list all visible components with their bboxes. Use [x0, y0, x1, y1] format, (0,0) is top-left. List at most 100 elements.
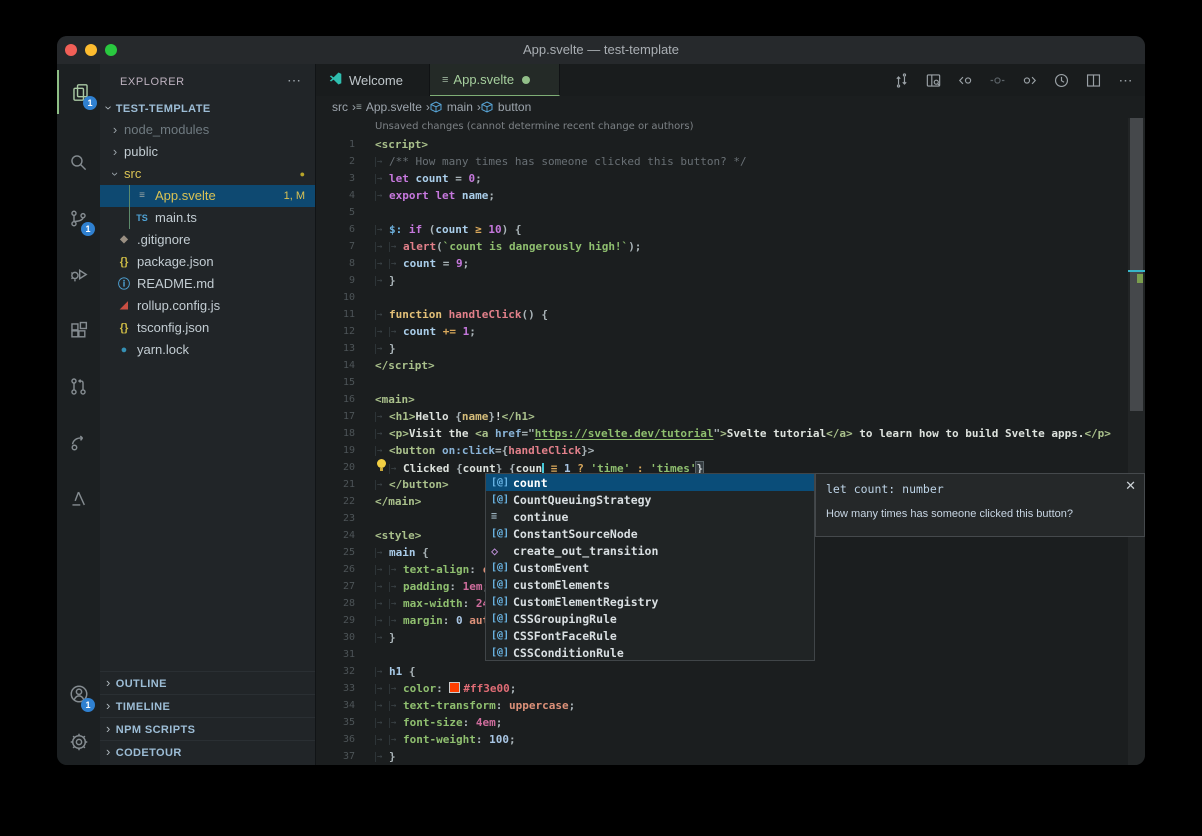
- split-editor-icon[interactable]: [1082, 69, 1105, 92]
- file-row-App.svelte[interactable]: ≡App.svelte1, M: [100, 185, 315, 207]
- suggest-item-CSSConditionRule[interactable]: [@]CSSConditionRule: [486, 644, 814, 661]
- settings-gear-icon[interactable]: [57, 720, 100, 764]
- codelens-unsaved-changes[interactable]: Unsaved changes (cannot determine recent…: [316, 118, 1128, 136]
- code-line-34[interactable]: 34→→text-transform: uppercase;: [316, 697, 1128, 714]
- code-line-37[interactable]: 37→}: [316, 748, 1128, 765]
- extensions-icon[interactable]: [57, 308, 100, 352]
- search-icon[interactable]: [57, 140, 100, 184]
- run-and-debug-icon[interactable]: [57, 252, 100, 296]
- file-row-public[interactable]: ›public: [100, 141, 315, 163]
- suggest-item-count[interactable]: [@]count: [486, 474, 814, 491]
- file-row-tsconfig.json[interactable]: {}tsconfig.json: [100, 317, 315, 339]
- suggest-item-ConstantSourceNode[interactable]: [@]ConstantSourceNode: [486, 525, 814, 542]
- close-icon[interactable]: ✕: [1125, 478, 1136, 494]
- account-icon[interactable]: 1: [57, 672, 100, 716]
- suggest-item-CSSFontFaceRule[interactable]: [@]CSSFontFaceRule: [486, 627, 814, 644]
- code-line-4[interactable]: 4→export let name;: [316, 187, 1128, 204]
- current-change-icon[interactable]: [986, 69, 1009, 92]
- live-share-icon[interactable]: [57, 420, 100, 464]
- open-preview-icon[interactable]: [922, 69, 945, 92]
- explorer-icon[interactable]: 1: [57, 70, 102, 114]
- explorer-title: EXPLORER: [120, 76, 185, 88]
- breadcrumb-src[interactable]: src: [332, 100, 348, 114]
- section-outline[interactable]: ›OUTLINE: [100, 671, 315, 694]
- suggest-item-CustomElementRegistry[interactable]: [@]CustomElementRegistry: [486, 593, 814, 610]
- tab-app-svelte[interactable]: ≡ App.svelte: [430, 64, 560, 96]
- code-line-32[interactable]: 32→h1 {: [316, 663, 1128, 680]
- code-line-16[interactable]: 16<main>: [316, 391, 1128, 408]
- suggest-item-customElements[interactable]: [@]customElements: [486, 576, 814, 593]
- code-line-7[interactable]: 7→→alert(`count is dangerously high!`);: [316, 238, 1128, 255]
- breadcrumb-button[interactable]: button: [481, 100, 531, 114]
- breadcrumb: src › ≡ App.svelte › main › button: [316, 96, 1145, 118]
- section-npm-scripts[interactable]: ›NPM SCRIPTS: [100, 717, 315, 740]
- scrollbar-thumb[interactable]: [1130, 118, 1143, 411]
- code-line-6[interactable]: 6→$: if (count ≥ 10) {: [316, 221, 1128, 238]
- symbol-variable-icon: [@]: [491, 494, 513, 505]
- suggest-label: CustomElementRegistry: [513, 595, 658, 609]
- code-line-13[interactable]: 13→}: [316, 340, 1128, 357]
- breadcrumb-app-svelte[interactable]: ≡ App.svelte: [356, 100, 422, 114]
- code-line-12[interactable]: 12→→count += 1;: [316, 323, 1128, 340]
- file-label: main.ts: [155, 207, 197, 229]
- file-label: rollup.config.js: [137, 295, 220, 317]
- suggest-details: let count: number How many times has som…: [815, 473, 1145, 537]
- section-codetour[interactable]: ›CODETOUR: [100, 740, 315, 763]
- file-row-package.json[interactable]: {}package.json: [100, 251, 315, 273]
- suggest-item-CountQueuingStrategy[interactable]: [@]CountQueuingStrategy: [486, 491, 814, 508]
- line-number: 37: [316, 751, 375, 762]
- file-history-icon[interactable]: [1050, 69, 1073, 92]
- code-line-15[interactable]: 15: [316, 374, 1128, 391]
- code-line-36[interactable]: 36→→font-weight: 100;: [316, 731, 1128, 748]
- code-line-1[interactable]: 1<script>: [316, 136, 1128, 153]
- github-pull-requests-icon[interactable]: [57, 364, 100, 408]
- breadcrumb-main[interactable]: main: [430, 100, 473, 114]
- file-badge: ●: [300, 163, 305, 185]
- section-test-template[interactable]: ›TEST-TEMPLATE: [100, 97, 315, 119]
- code-line-19[interactable]: 19→<button on:click={handleClick}>: [316, 442, 1128, 459]
- suggest-item-CSSGroupingRule[interactable]: [@]CSSGroupingRule: [486, 610, 814, 627]
- lightbulb-icon[interactable]: [375, 459, 389, 472]
- compare-changes-icon[interactable]: [890, 69, 913, 92]
- code-line-18[interactable]: 18→<p>Visit the <a href="https://svelte.…: [316, 425, 1128, 442]
- explorer-more-actions-icon[interactable]: ⋯: [287, 64, 301, 97]
- code-line-5[interactable]: 5: [316, 204, 1128, 221]
- suggest-widget: [@]count[@]CountQueuingStrategy≡continue…: [485, 473, 815, 661]
- code-line-35[interactable]: 35→→font-size: 4em;: [316, 714, 1128, 731]
- suggest-item-create_out_transition[interactable]: ◇create_out_transition: [486, 542, 814, 559]
- line-number: 19: [316, 445, 375, 456]
- tab-welcome[interactable]: Welcome: [316, 64, 430, 96]
- more-actions-icon[interactable]: ⋯: [1114, 69, 1137, 92]
- section-timeline[interactable]: ›TIMELINE: [100, 694, 315, 717]
- code-line-14[interactable]: 14</script>: [316, 357, 1128, 374]
- suggest-label: ConstantSourceNode: [513, 527, 638, 541]
- symbol-variable-icon: [@]: [491, 596, 513, 607]
- line-number: 21: [316, 479, 375, 490]
- editor-scrollbar[interactable]: [1128, 118, 1145, 765]
- source-control-icon[interactable]: 1: [57, 196, 100, 240]
- line-number: 2: [316, 156, 375, 167]
- file-row-README.md[interactable]: ⓘREADME.md: [100, 273, 315, 295]
- azure-icon[interactable]: [57, 476, 100, 520]
- code-line-17[interactable]: 17→<h1>Hello {name}!</h1>: [316, 408, 1128, 425]
- code-line-3[interactable]: 3→let count = 0;: [316, 170, 1128, 187]
- file-row-rollup.config.js[interactable]: ◢rollup.config.js: [100, 295, 315, 317]
- code-line-8[interactable]: 8→→count = 9;: [316, 255, 1128, 272]
- json-file-icon: {}: [116, 317, 132, 339]
- code-editor[interactable]: Unsaved changes (cannot determine recent…: [316, 118, 1128, 765]
- next-change-icon[interactable]: [1018, 69, 1041, 92]
- code-line-2[interactable]: 2→/** How many times has someone clicked…: [316, 153, 1128, 170]
- previous-change-icon[interactable]: [954, 69, 977, 92]
- file-row-main.ts[interactable]: TSmain.ts: [100, 207, 315, 229]
- code-line-33[interactable]: 33→→color: #ff3e00;: [316, 680, 1128, 697]
- file-row-.gitignore[interactable]: ◆.gitignore: [100, 229, 315, 251]
- file-row-node_modules[interactable]: ›node_modules: [100, 119, 315, 141]
- file-row-src[interactable]: ›src●: [100, 163, 315, 185]
- code-line-9[interactable]: 9→}: [316, 272, 1128, 289]
- symbol-variable-icon: [@]: [491, 613, 513, 624]
- code-line-11[interactable]: 11→function handleClick() {: [316, 306, 1128, 323]
- code-line-10[interactable]: 10: [316, 289, 1128, 306]
- suggest-item-continue[interactable]: ≡continue: [486, 508, 814, 525]
- file-row-yarn.lock[interactable]: ●yarn.lock: [100, 339, 315, 361]
- suggest-item-CustomEvent[interactable]: [@]CustomEvent: [486, 559, 814, 576]
